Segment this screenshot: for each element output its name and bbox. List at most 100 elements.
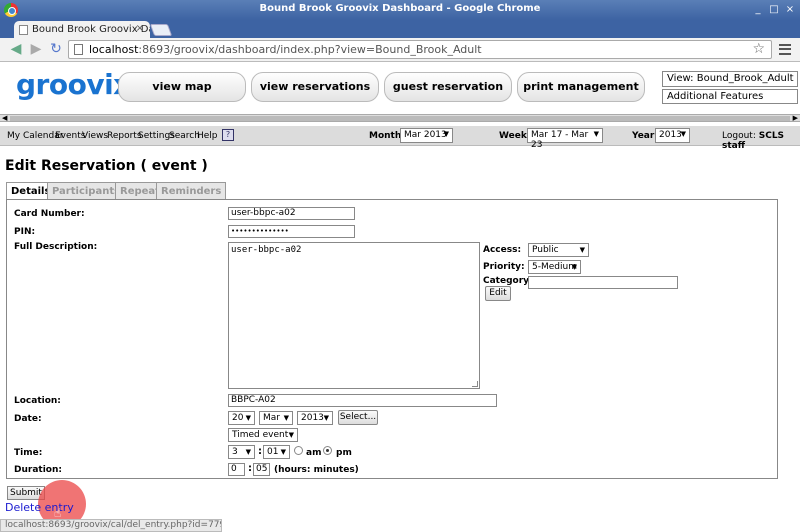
full-description-label: Full Description: (14, 242, 98, 252)
window-title: Bound Brook Groovix Dashboard - Google C… (259, 3, 541, 14)
url-path: :8693/groovix/dashboard/index.php?view=B… (138, 43, 482, 56)
chrome-menu-icon[interactable] (779, 44, 791, 55)
date-label: Date: (14, 414, 42, 424)
view-select[interactable]: View: Bound_Brook_Adult (662, 71, 798, 87)
access-value: Public (532, 245, 559, 255)
duration-units-label: (hours: minutes) (274, 465, 359, 475)
year-select[interactable]: 2013 ▼ (655, 128, 690, 143)
page-favicon-icon (19, 25, 28, 35)
pm-radio[interactable] (323, 446, 332, 455)
event-type-value: Timed event (232, 430, 289, 440)
back-arrow-icon[interactable]: ◀ (8, 41, 24, 57)
chevron-down-icon: ▼ (593, 130, 599, 138)
month-select[interactable]: Mar 2013 ▼ (400, 128, 453, 143)
access-label: Access: (483, 245, 522, 255)
window-titlebar: Bound Brook Groovix Dashboard - Google C… (0, 0, 800, 20)
date-select-button[interactable]: Select... (338, 410, 378, 425)
pm-label: pm (336, 448, 352, 458)
close-window-icon[interactable]: × (784, 4, 796, 16)
date-month-value: Mar (263, 413, 280, 423)
priority-select[interactable]: 5-Medium ▼ (528, 260, 581, 274)
horizontal-scrollbar[interactable]: ◀ ▶ (0, 114, 800, 122)
address-bar[interactable]: localhost:8693/groovix/dashboard/index.p… (68, 40, 772, 59)
chevron-down-icon: ▼ (571, 263, 577, 271)
menu-reports[interactable]: Reports (107, 131, 142, 141)
browser-toolbar: ◀ ▶ ↻ localhost:8693/groovix/dashboard/i… (0, 38, 800, 62)
reload-icon[interactable]: ↻ (48, 41, 64, 57)
page-title: Edit Reservation ( event ) (5, 158, 208, 174)
category-label: Category: (483, 276, 533, 286)
groovix-logo: groovix (16, 68, 131, 101)
forward-arrow-icon[interactable]: ▶ (28, 41, 44, 57)
duration-minutes-input[interactable]: 05 (253, 463, 270, 476)
category-input[interactable] (528, 276, 678, 289)
chevron-down-icon: ▼ (245, 414, 251, 422)
browser-tab[interactable]: Bound Brook Groovix Dasl × (14, 21, 150, 39)
delete-entry-link[interactable]: Delete entry (5, 501, 74, 514)
additional-features-select[interactable]: Additional Features (662, 89, 798, 104)
duration-separator: : (248, 463, 252, 474)
priority-value: 5-Medium (532, 262, 577, 272)
view-map-button[interactable]: view map (118, 72, 246, 102)
week-select-value: Mar 17 - Mar 23 (531, 130, 589, 150)
menu-search[interactable]: Search (169, 131, 200, 141)
groovix-header: groovix view map view reservations guest… (0, 62, 800, 114)
details-panel: Card Number: user-bbpc-a02 PIN: ••••••••… (6, 199, 778, 479)
view-select-value: View: Bound_Brook_Adult (667, 73, 794, 84)
tab-participants[interactable]: Participants (47, 182, 126, 200)
pin-input[interactable]: •••••••••••••• (228, 225, 355, 238)
chevron-down-icon: ▼ (288, 431, 294, 439)
maximize-icon[interactable]: □ (768, 4, 780, 16)
new-tab-button[interactable] (149, 24, 173, 36)
menu-events[interactable]: Events (55, 131, 85, 141)
duration-label: Duration: (14, 465, 62, 475)
scroll-right-icon[interactable]: ▶ (793, 114, 798, 122)
chevron-down-icon: ▼ (680, 130, 686, 138)
view-reservations-button[interactable]: view reservations (251, 72, 379, 102)
month-select-value: Mar 2013 (404, 130, 447, 140)
category-edit-button[interactable]: Edit (485, 286, 511, 301)
chevron-down-icon: ▼ (323, 414, 329, 422)
tab-reminders[interactable]: Reminders (156, 182, 227, 200)
duration-hours-input[interactable]: 0 (228, 463, 245, 476)
logout-link[interactable]: Logout: SCLS staff (722, 131, 800, 151)
tab-close-icon[interactable]: × (136, 23, 144, 34)
time-separator: : (258, 446, 262, 457)
location-input[interactable]: BBPC-A02 (228, 394, 497, 407)
print-management-button[interactable]: print management (517, 72, 645, 102)
week-select[interactable]: Mar 17 - Mar 23 ▼ (527, 128, 603, 150)
tab-strip: Bound Brook Groovix Dasl × (0, 20, 800, 39)
time-label: Time: (14, 448, 43, 458)
date-year-select[interactable]: 2013 ▼ (297, 411, 333, 425)
event-type-select[interactable]: Timed event ▼ (228, 428, 298, 442)
am-radio[interactable] (294, 446, 303, 455)
full-description-value: user-bbpc-a02 (231, 245, 302, 255)
hand-cursor-icon: ☝ (54, 506, 62, 520)
url-host: localhost (89, 43, 139, 56)
date-month-select[interactable]: Mar ▼ (259, 411, 293, 425)
full-description-textarea[interactable]: user-bbpc-a02 (228, 242, 480, 389)
time-minute-select[interactable]: 01 ▼ (263, 445, 290, 459)
scrollbar-thumb[interactable] (10, 116, 790, 121)
access-select[interactable]: Public ▼ (528, 243, 589, 257)
scroll-left-icon[interactable]: ◀ (2, 114, 7, 122)
date-year-value: 2013 (301, 413, 324, 423)
time-hour-value: 3 (232, 447, 238, 457)
minimize-icon[interactable]: _ (752, 4, 764, 16)
date-day-select[interactable]: 20 ▼ (228, 411, 255, 425)
time-hour-select[interactable]: 3 ▼ (228, 445, 255, 459)
date-day-value: 20 (232, 413, 244, 423)
card-number-input[interactable]: user-bbpc-a02 (228, 207, 355, 220)
calendar-menu-bar: My Calendar Events Views Reports Setting… (0, 126, 800, 151)
resize-grip-icon[interactable] (472, 381, 478, 387)
time-minute-value: 01 (267, 447, 279, 457)
week-label: Week: (499, 131, 531, 141)
chevron-down-icon: ▼ (443, 130, 449, 138)
bookmark-star-icon[interactable]: ☆ (752, 41, 765, 57)
menu-views[interactable]: Views (82, 131, 108, 141)
additional-features-value: Additional Features (667, 91, 764, 102)
help-book-icon[interactable]: ? (222, 129, 234, 141)
guest-reservation-button[interactable]: guest reservation (384, 72, 512, 102)
priority-label: Priority: (483, 262, 525, 272)
menu-help[interactable]: Help (197, 131, 218, 141)
